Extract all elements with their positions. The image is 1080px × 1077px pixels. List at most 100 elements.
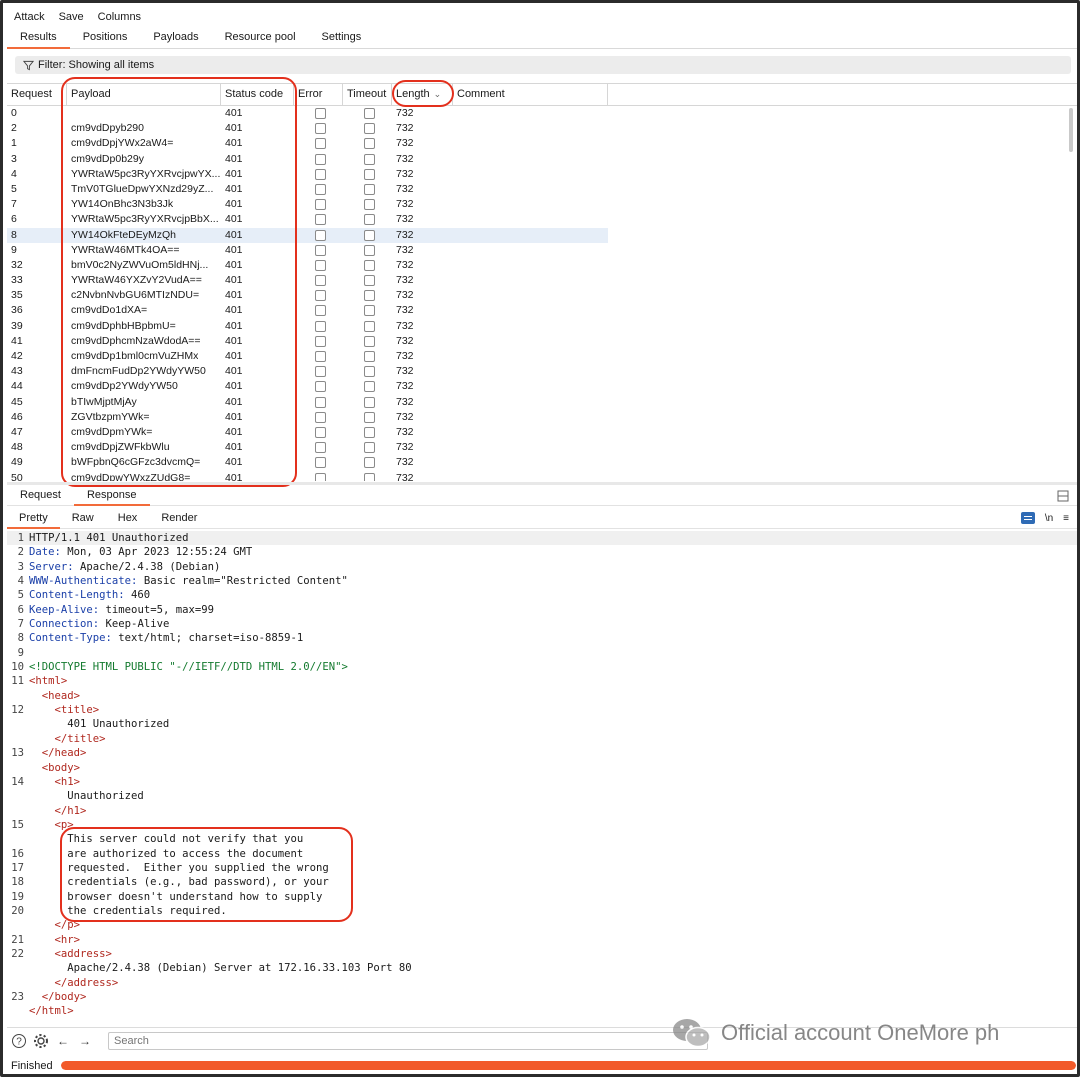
tab-results[interactable]: Results [7, 27, 70, 49]
table-row[interactable]: 47 cm9vdDpmYWk= 401 732 [7, 425, 608, 440]
table-row[interactable]: 6 YWRtaW5pc3RyYXRvcjpBbX... 401 732 [7, 212, 608, 227]
timeout-checkbox[interactable] [364, 366, 375, 378]
error-checkbox[interactable] [315, 411, 326, 423]
error-checkbox[interactable] [315, 396, 326, 408]
timeout-checkbox[interactable] [364, 138, 375, 150]
error-checkbox[interactable] [315, 244, 326, 256]
table-scrollbar[interactable] [1069, 108, 1073, 152]
tab-raw[interactable]: Raw [60, 509, 106, 528]
error-checkbox[interactable] [315, 457, 326, 469]
newline-toggle-icon[interactable]: \n [1045, 513, 1053, 524]
column-payload[interactable]: Payload [67, 84, 221, 105]
error-checkbox[interactable] [315, 199, 326, 211]
timeout-checkbox[interactable] [364, 396, 375, 408]
error-checkbox[interactable] [315, 472, 326, 481]
column-length[interactable]: Length ⌄ [392, 84, 453, 105]
table-row[interactable]: 36 cm9vdDo1dXA= 401 732 [7, 303, 608, 318]
table-row[interactable]: 41 cm9vdDphcmNzaWdodA== 401 732 [7, 334, 608, 349]
error-checkbox[interactable] [315, 153, 326, 165]
error-checkbox[interactable] [315, 335, 326, 347]
timeout-checkbox[interactable] [364, 199, 375, 211]
column-request[interactable]: Request [7, 84, 67, 105]
timeout-checkbox[interactable] [364, 168, 375, 180]
search-input[interactable] [108, 1032, 708, 1050]
table-row[interactable]: 1 cm9vdDpjYWx2aW4= 401 732 [7, 136, 608, 151]
table-row[interactable]: 4 YWRtaW5pc3RyYXRvcjpwYX... 401 732 [7, 167, 608, 182]
table-row[interactable]: 0 401 732 [7, 106, 608, 121]
error-checkbox[interactable] [315, 290, 326, 302]
error-checkbox[interactable] [315, 275, 326, 287]
error-checkbox[interactable] [315, 381, 326, 393]
tab-resource-pool[interactable]: Resource pool [212, 27, 309, 48]
table-row[interactable]: 49 bWFpbnQ6cGFzc3dvcmQ= 401 732 [7, 455, 608, 470]
arrow-left-icon[interactable]: ← [55, 1033, 71, 1049]
table-row[interactable]: 42 cm9vdDp1bml0cmVuZHMx 401 732 [7, 349, 608, 364]
menu-save[interactable]: Save [52, 11, 91, 23]
column-timeout[interactable]: Timeout [343, 84, 392, 105]
timeout-checkbox[interactable] [364, 153, 375, 165]
timeout-checkbox[interactable] [364, 305, 375, 317]
tab-settings[interactable]: Settings [309, 27, 375, 48]
table-row[interactable]: 7 YW14OnBhc3N3b3Jk 401 732 [7, 197, 608, 212]
error-checkbox[interactable] [315, 305, 326, 317]
error-checkbox[interactable] [315, 229, 326, 241]
tab-hex[interactable]: Hex [106, 509, 150, 528]
help-icon[interactable]: ? [11, 1033, 27, 1049]
timeout-checkbox[interactable] [364, 351, 375, 362]
timeout-checkbox[interactable] [364, 108, 375, 119]
error-checkbox[interactable] [315, 426, 326, 438]
error-checkbox[interactable] [315, 366, 326, 378]
timeout-checkbox[interactable] [364, 426, 375, 438]
table-row[interactable]: 33 YWRtaW46YXZvY2VudA== 401 732 [7, 273, 608, 288]
column-error[interactable]: Error [294, 84, 343, 105]
menu-attack[interactable]: Attack [7, 11, 52, 23]
error-checkbox[interactable] [315, 442, 326, 454]
tab-payloads[interactable]: Payloads [140, 27, 211, 48]
table-row[interactable]: 3 cm9vdDp0b29y 401 732 [7, 152, 608, 167]
table-row[interactable]: 43 dmFncmFudDp2YWdyYW50 401 732 [7, 364, 608, 379]
timeout-checkbox[interactable] [364, 335, 375, 347]
table-row[interactable]: 48 cm9vdDpjZWFkbWlu 401 732 [7, 440, 608, 455]
timeout-checkbox[interactable] [364, 259, 375, 271]
timeout-checkbox[interactable] [364, 442, 375, 454]
column-comment[interactable]: Comment [453, 84, 608, 105]
error-checkbox[interactable] [315, 138, 326, 150]
timeout-checkbox[interactable] [364, 457, 375, 469]
table-row[interactable]: 5 TmV0TGlueDpwYXNzd29yZ... 401 732 [7, 182, 608, 197]
timeout-checkbox[interactable] [364, 275, 375, 287]
error-checkbox[interactable] [315, 108, 326, 119]
error-checkbox[interactable] [315, 183, 326, 195]
timeout-checkbox[interactable] [364, 472, 375, 481]
error-checkbox[interactable] [315, 168, 326, 180]
timeout-checkbox[interactable] [364, 229, 375, 241]
timeout-checkbox[interactable] [364, 381, 375, 393]
tab-response[interactable]: Response [73, 486, 150, 506]
timeout-checkbox[interactable] [364, 411, 375, 423]
error-checkbox[interactable] [315, 123, 326, 135]
table-row[interactable]: 35 c2NvbnNvbGU6MTIzNDU= 401 732 [7, 288, 608, 303]
layout-icon[interactable] [1057, 490, 1069, 502]
response-editor[interactable]: 1 HTTP/1.1 401 Unauthorized 2 Date: Mon, 03… [7, 531, 1077, 1023]
error-checkbox[interactable] [315, 259, 326, 271]
table-row[interactable]: 8 YW14OkFteDEyMzQh 401 732 [7, 227, 608, 243]
timeout-checkbox[interactable] [364, 290, 375, 302]
timeout-checkbox[interactable] [364, 214, 375, 226]
timeout-checkbox[interactable] [364, 244, 375, 256]
table-row[interactable]: 9 YWRtaW46MTk4OA== 401 732 [7, 243, 608, 258]
table-row[interactable]: 45 bTIwMjptMjAy 401 732 [7, 395, 608, 410]
pane-divider[interactable] [7, 482, 1077, 485]
tab-pretty[interactable]: Pretty [7, 509, 60, 529]
timeout-checkbox[interactable] [364, 320, 375, 332]
tab-render[interactable]: Render [149, 509, 209, 528]
arrow-right-icon[interactable]: → [77, 1033, 93, 1049]
timeout-checkbox[interactable] [364, 123, 375, 135]
error-checkbox[interactable] [315, 214, 326, 226]
timeout-checkbox[interactable] [364, 183, 375, 195]
hidden-chars-icon[interactable]: ≡ [1063, 513, 1069, 524]
table-row[interactable]: 39 cm9vdDphbHBpbmU= 401 732 [7, 319, 608, 334]
menu-columns[interactable]: Columns [91, 11, 148, 23]
tab-positions[interactable]: Positions [70, 27, 141, 48]
gear-icon[interactable] [33, 1033, 49, 1049]
table-row[interactable]: 2 cm9vdDpyb290 401 732 [7, 121, 608, 136]
column-status-code[interactable]: Status code [221, 84, 294, 105]
